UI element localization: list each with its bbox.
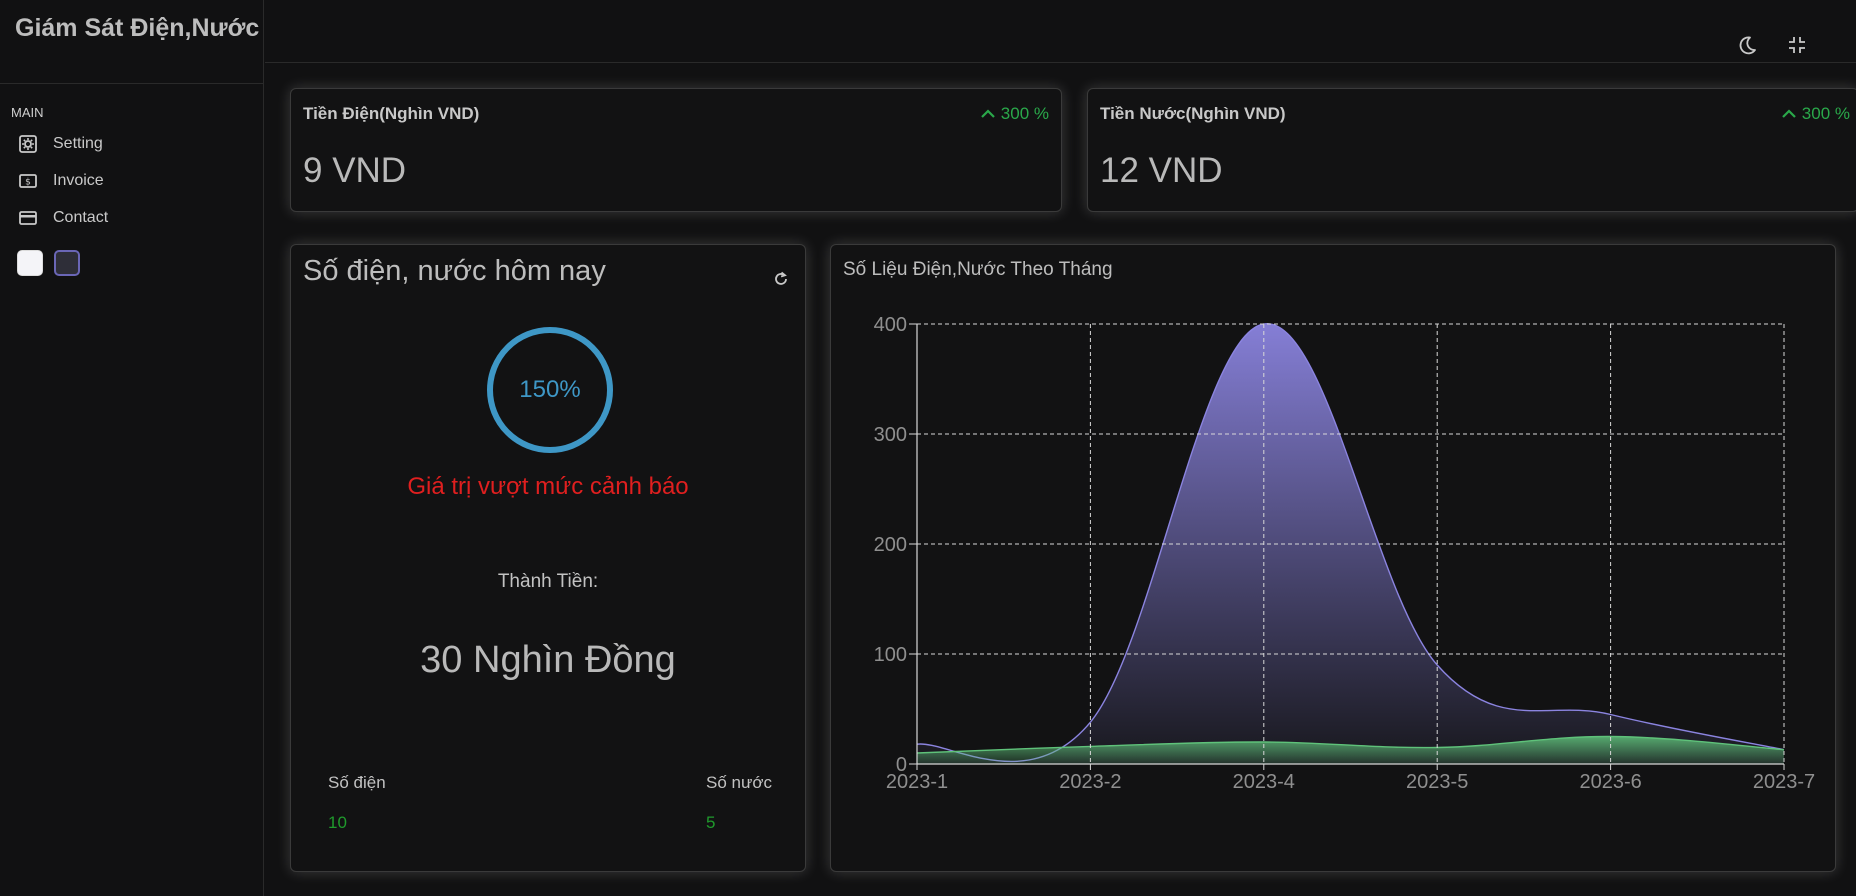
y-tick-label: 200 <box>874 534 907 556</box>
electric-meter-label: Số điện <box>328 773 386 792</box>
y-tick-label: 300 <box>874 424 907 446</box>
x-tick-label: 2023-1 <box>886 771 948 793</box>
theme-swatch-light[interactable] <box>17 250 43 276</box>
sidebar-item-invoice[interactable]: $ Invoice <box>0 162 263 199</box>
sidebar-item-contact[interactable]: Contact <box>0 199 263 236</box>
water-cost-change: 300 % <box>1780 104 1850 124</box>
electric-cost-value: 9 VND <box>303 151 407 190</box>
sidebar-nav: Setting $ Invoice Contact <box>0 125 263 236</box>
sidebar-item-label: Invoice <box>53 171 104 189</box>
chevron-up-icon <box>1782 109 1796 118</box>
monthly-area-chart: 01002003004002023-1 2023-2 2023-4 2023-5 202… <box>874 314 1816 793</box>
sidebar-item-label: Setting <box>53 134 103 152</box>
theme-swatches <box>17 250 263 276</box>
y-tick-label: 100 <box>874 644 907 666</box>
x-tick-label: 2023-7 <box>1753 771 1815 793</box>
usage-gauge: 150% <box>487 327 613 453</box>
sidebar: Giám Sát Điện,Nước MAIN Setting $ Invoic… <box>0 0 264 896</box>
sidebar-section-label: MAIN <box>11 105 44 120</box>
refresh-button[interactable] <box>771 269 791 289</box>
moon-icon <box>1739 36 1756 55</box>
total-value: 30 Nghìn Đồng <box>420 639 676 681</box>
monthly-chart-card: Số Liệu Điện,Nước Theo Tháng 0 100 200 300 4… <box>830 244 1836 872</box>
refresh-icon <box>775 271 787 285</box>
invoice-icon: $ <box>19 173 37 188</box>
y-tick-label: 400 <box>874 314 907 336</box>
warning-message: Giá trị vượt mức cảnh báo <box>407 473 689 500</box>
water-meter-label: Số nước <box>706 773 772 792</box>
theme-swatch-dark[interactable] <box>54 250 80 276</box>
x-tick-label: 2023-5 <box>1406 771 1468 793</box>
water-cost-change-value: 300 % <box>1801 104 1850 123</box>
electric-meter-value: 10 <box>328 813 347 832</box>
today-usage-card: Số điện, nước hôm nay 150% Giá trị vượt … <box>290 244 806 872</box>
x-tick-label: 2023-2 <box>1059 771 1121 793</box>
fullscreen-toggle[interactable] <box>1785 33 1809 57</box>
total-label: Thành Tiền: <box>497 571 599 592</box>
svg-text:$: $ <box>25 177 31 187</box>
water-cost-value: 12 VND <box>1100 151 1223 190</box>
app-title: Giám Sát Điện,Nước <box>0 0 263 84</box>
electric-cost-change-value: 300 % <box>1000 104 1049 123</box>
settings-icon <box>19 134 37 153</box>
water-cost-title: Tiền Nước(Nghìn VND) <box>1100 104 1286 123</box>
dark-mode-toggle[interactable] <box>1735 33 1759 57</box>
today-usage-title: Số điện, nước hôm nay <box>303 255 606 287</box>
chevron-up-icon <box>981 109 995 118</box>
x-tick-label: 2023-6 <box>1579 771 1641 793</box>
water-cost-card: Tiền Nước(Nghìn VND) 300 % 12 VND <box>1087 88 1856 212</box>
sidebar-item-label: Contact <box>53 208 109 226</box>
topbar <box>265 0 1856 63</box>
sidebar-item-setting[interactable]: Setting <box>0 125 263 162</box>
water-meter-value: 5 <box>706 813 716 832</box>
contact-card-icon <box>19 210 37 225</box>
x-tick-label: 2023-4 <box>1233 771 1295 793</box>
electric-cost-change: 300 % <box>979 104 1049 124</box>
electric-cost-title: Tiền Điện(Nghìn VND) <box>303 104 480 123</box>
usage-gauge-value: 150% <box>519 376 581 403</box>
electric-cost-card: Tiền Điện(Nghìn VND) 300 % 9 VND <box>290 88 1062 212</box>
exit-fullscreen-icon <box>1789 37 1805 53</box>
